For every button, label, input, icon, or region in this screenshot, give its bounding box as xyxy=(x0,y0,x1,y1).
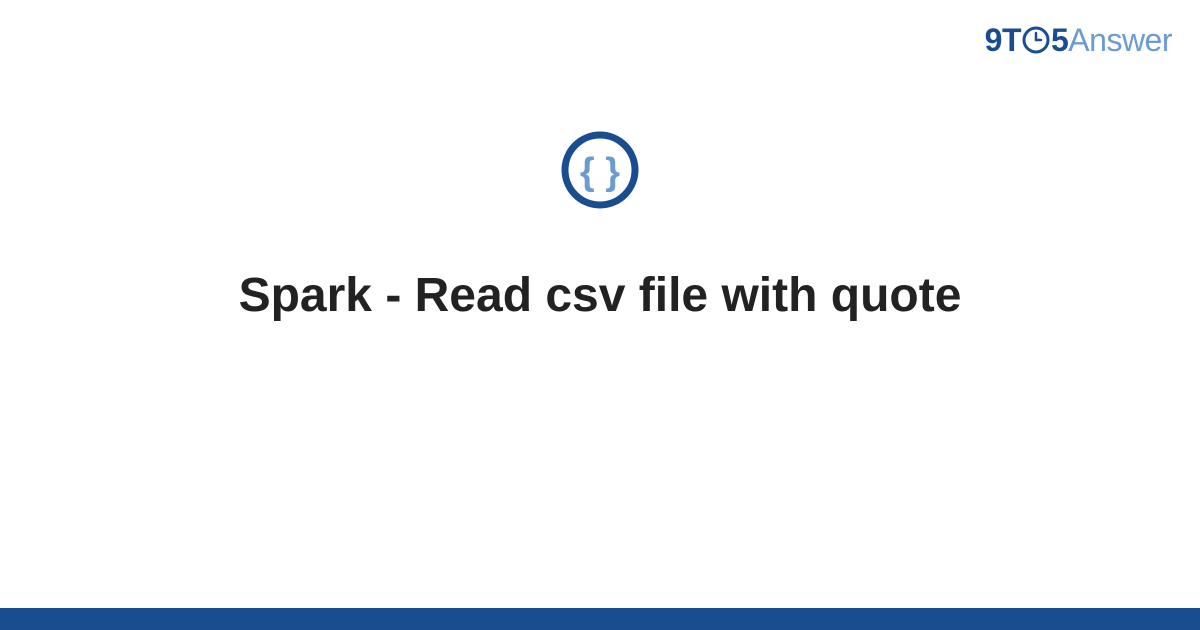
logo-text-9t: 9T xyxy=(985,22,1021,58)
code-braces-icon: { } xyxy=(560,130,640,215)
svg-text:{ }: { } xyxy=(580,151,620,193)
page-title: Spark - Read csv file with quote xyxy=(239,265,962,327)
clock-icon xyxy=(1022,26,1050,54)
footer-bar xyxy=(0,608,1200,630)
logo-text-answer: Answer xyxy=(1068,22,1172,58)
main-content: { } Spark - Read csv file with quote xyxy=(0,130,1200,327)
logo-text-5: 5 xyxy=(1051,22,1068,58)
site-logo: 9T 5Answer xyxy=(985,22,1172,59)
